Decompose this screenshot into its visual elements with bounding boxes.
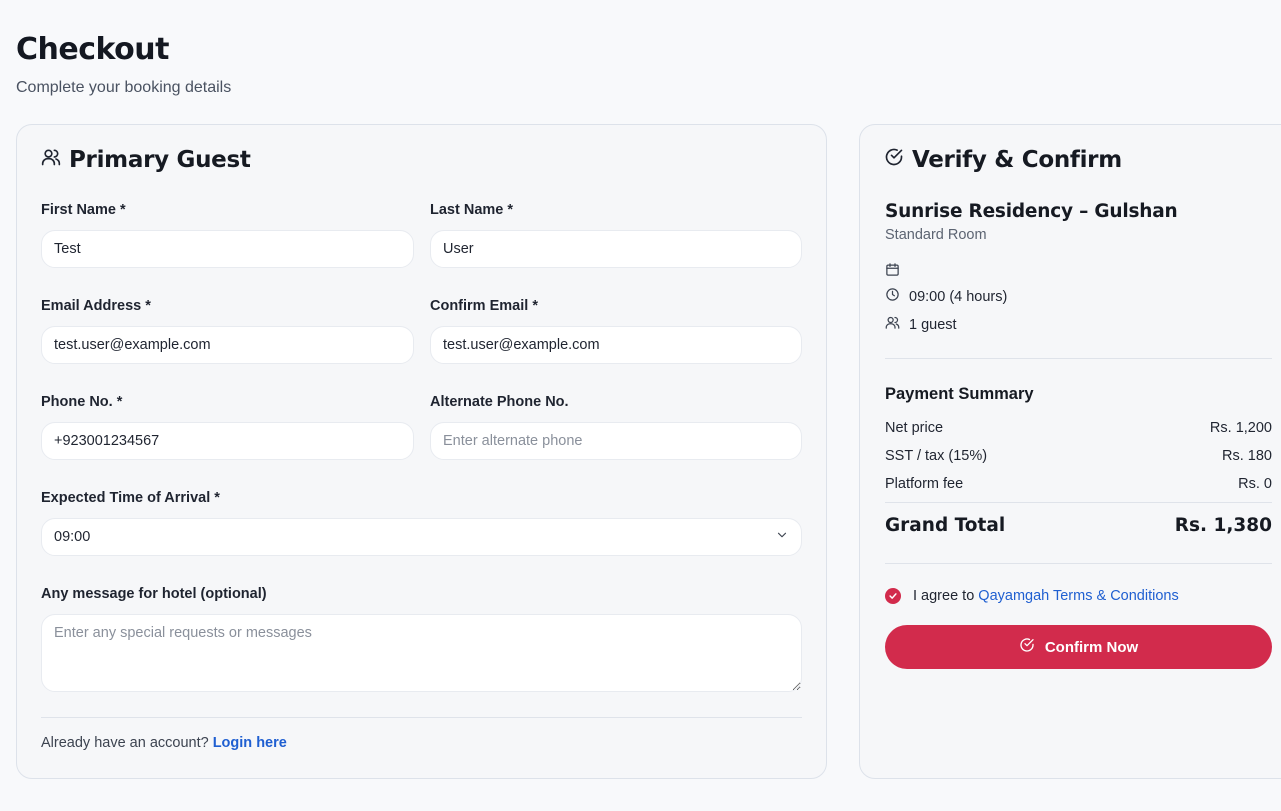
first-name-label: First Name *	[41, 202, 126, 218]
confirm-email-input[interactable]	[430, 326, 802, 364]
message-textarea[interactable]	[41, 614, 802, 692]
terms-checkbox[interactable]	[885, 588, 901, 604]
primary-guest-card: Primary Guest First Name * Last Name * E…	[16, 124, 827, 779]
summary-row-value: Rs. 180	[1222, 448, 1272, 464]
email-input[interactable]	[41, 326, 414, 364]
divider	[41, 717, 802, 718]
time-text: 09:00 (4 hours)	[909, 288, 1008, 305]
divider	[885, 358, 1272, 359]
login-prompt: Already have an account? Login here	[41, 735, 287, 751]
payment-summary-title: Payment Summary	[885, 385, 1034, 403]
guests-text: 1 guest	[909, 316, 957, 333]
alternate-phone-label: Alternate Phone No.	[430, 394, 569, 410]
grand-total-value: Rs. 1,380	[1174, 515, 1272, 536]
email-label: Email Address *	[41, 298, 151, 314]
divider	[885, 563, 1272, 564]
check-circle-icon	[1019, 637, 1035, 657]
summary-row-value: Rs. 1,200	[1209, 420, 1272, 436]
arrival-time-value: 09:00	[54, 529, 91, 545]
summary-row-tax: SST / tax (15%) Rs. 180	[885, 448, 1272, 464]
phone-label: Phone No. *	[41, 394, 123, 410]
summary-row-platform-fee: Platform fee Rs. 0	[885, 476, 1272, 492]
hotel-name: Sunrise Residency – Gulshan	[885, 201, 1178, 222]
last-name-label: Last Name *	[430, 202, 514, 218]
grand-total-label: Grand Total	[885, 515, 1006, 536]
chevron-down-icon	[775, 528, 789, 546]
login-prompt-text: Already have an account?	[41, 735, 209, 751]
date-row	[885, 262, 909, 281]
terms-agree-row: I agree to Qayamgah Terms & Conditions	[885, 588, 1179, 604]
verify-confirm-heading: Verify & Confirm	[884, 147, 1122, 173]
time-row: 09:00 (4 hours)	[885, 287, 1007, 306]
summary-row-label: SST / tax (15%)	[885, 448, 988, 464]
first-name-input[interactable]	[41, 230, 414, 268]
verify-confirm-card: Verify & Confirm Sunrise Residency – Gul…	[859, 124, 1281, 779]
summary-row-value: Rs. 0	[1238, 476, 1272, 492]
page-subtitle: Complete your booking details	[16, 79, 232, 96]
last-name-input[interactable]	[430, 230, 802, 268]
confirm-email-label: Confirm Email *	[430, 298, 538, 314]
grand-total-row: Grand Total Rs. 1,380	[885, 515, 1272, 536]
arrival-time-label: Expected Time of Arrival *	[41, 490, 220, 506]
phone-input[interactable]	[41, 422, 414, 460]
summary-row-label: Net price	[885, 420, 944, 436]
divider	[885, 502, 1272, 503]
users-icon	[885, 315, 900, 334]
confirm-now-label: Confirm Now	[1044, 638, 1139, 656]
login-link[interactable]: Login here	[213, 735, 287, 751]
calendar-icon	[885, 262, 900, 281]
terms-link[interactable]: Qayamgah Terms & Conditions	[978, 588, 1178, 604]
arrival-time-select[interactable]: 09:00	[41, 518, 802, 556]
message-label: Any message for hotel (optional)	[41, 586, 267, 602]
clock-icon	[885, 287, 900, 306]
alternate-phone-input[interactable]	[430, 422, 802, 460]
users-icon	[41, 147, 61, 173]
agree-text: I agree to	[913, 588, 975, 604]
primary-guest-heading: Primary Guest	[41, 147, 251, 173]
primary-guest-title: Primary Guest	[69, 147, 251, 173]
terms-text: I agree to Qayamgah Terms & Conditions	[913, 588, 1179, 604]
summary-row-label: Platform fee	[885, 476, 964, 492]
room-type: Standard Room	[885, 227, 987, 243]
confirm-now-button[interactable]: Confirm Now	[885, 625, 1272, 669]
page-title: Checkout	[16, 32, 169, 67]
summary-row-net-price: Net price Rs. 1,200	[885, 420, 1272, 436]
check-circle-icon	[884, 147, 904, 173]
verify-confirm-title: Verify & Confirm	[912, 147, 1122, 173]
guests-row: 1 guest	[885, 315, 957, 334]
